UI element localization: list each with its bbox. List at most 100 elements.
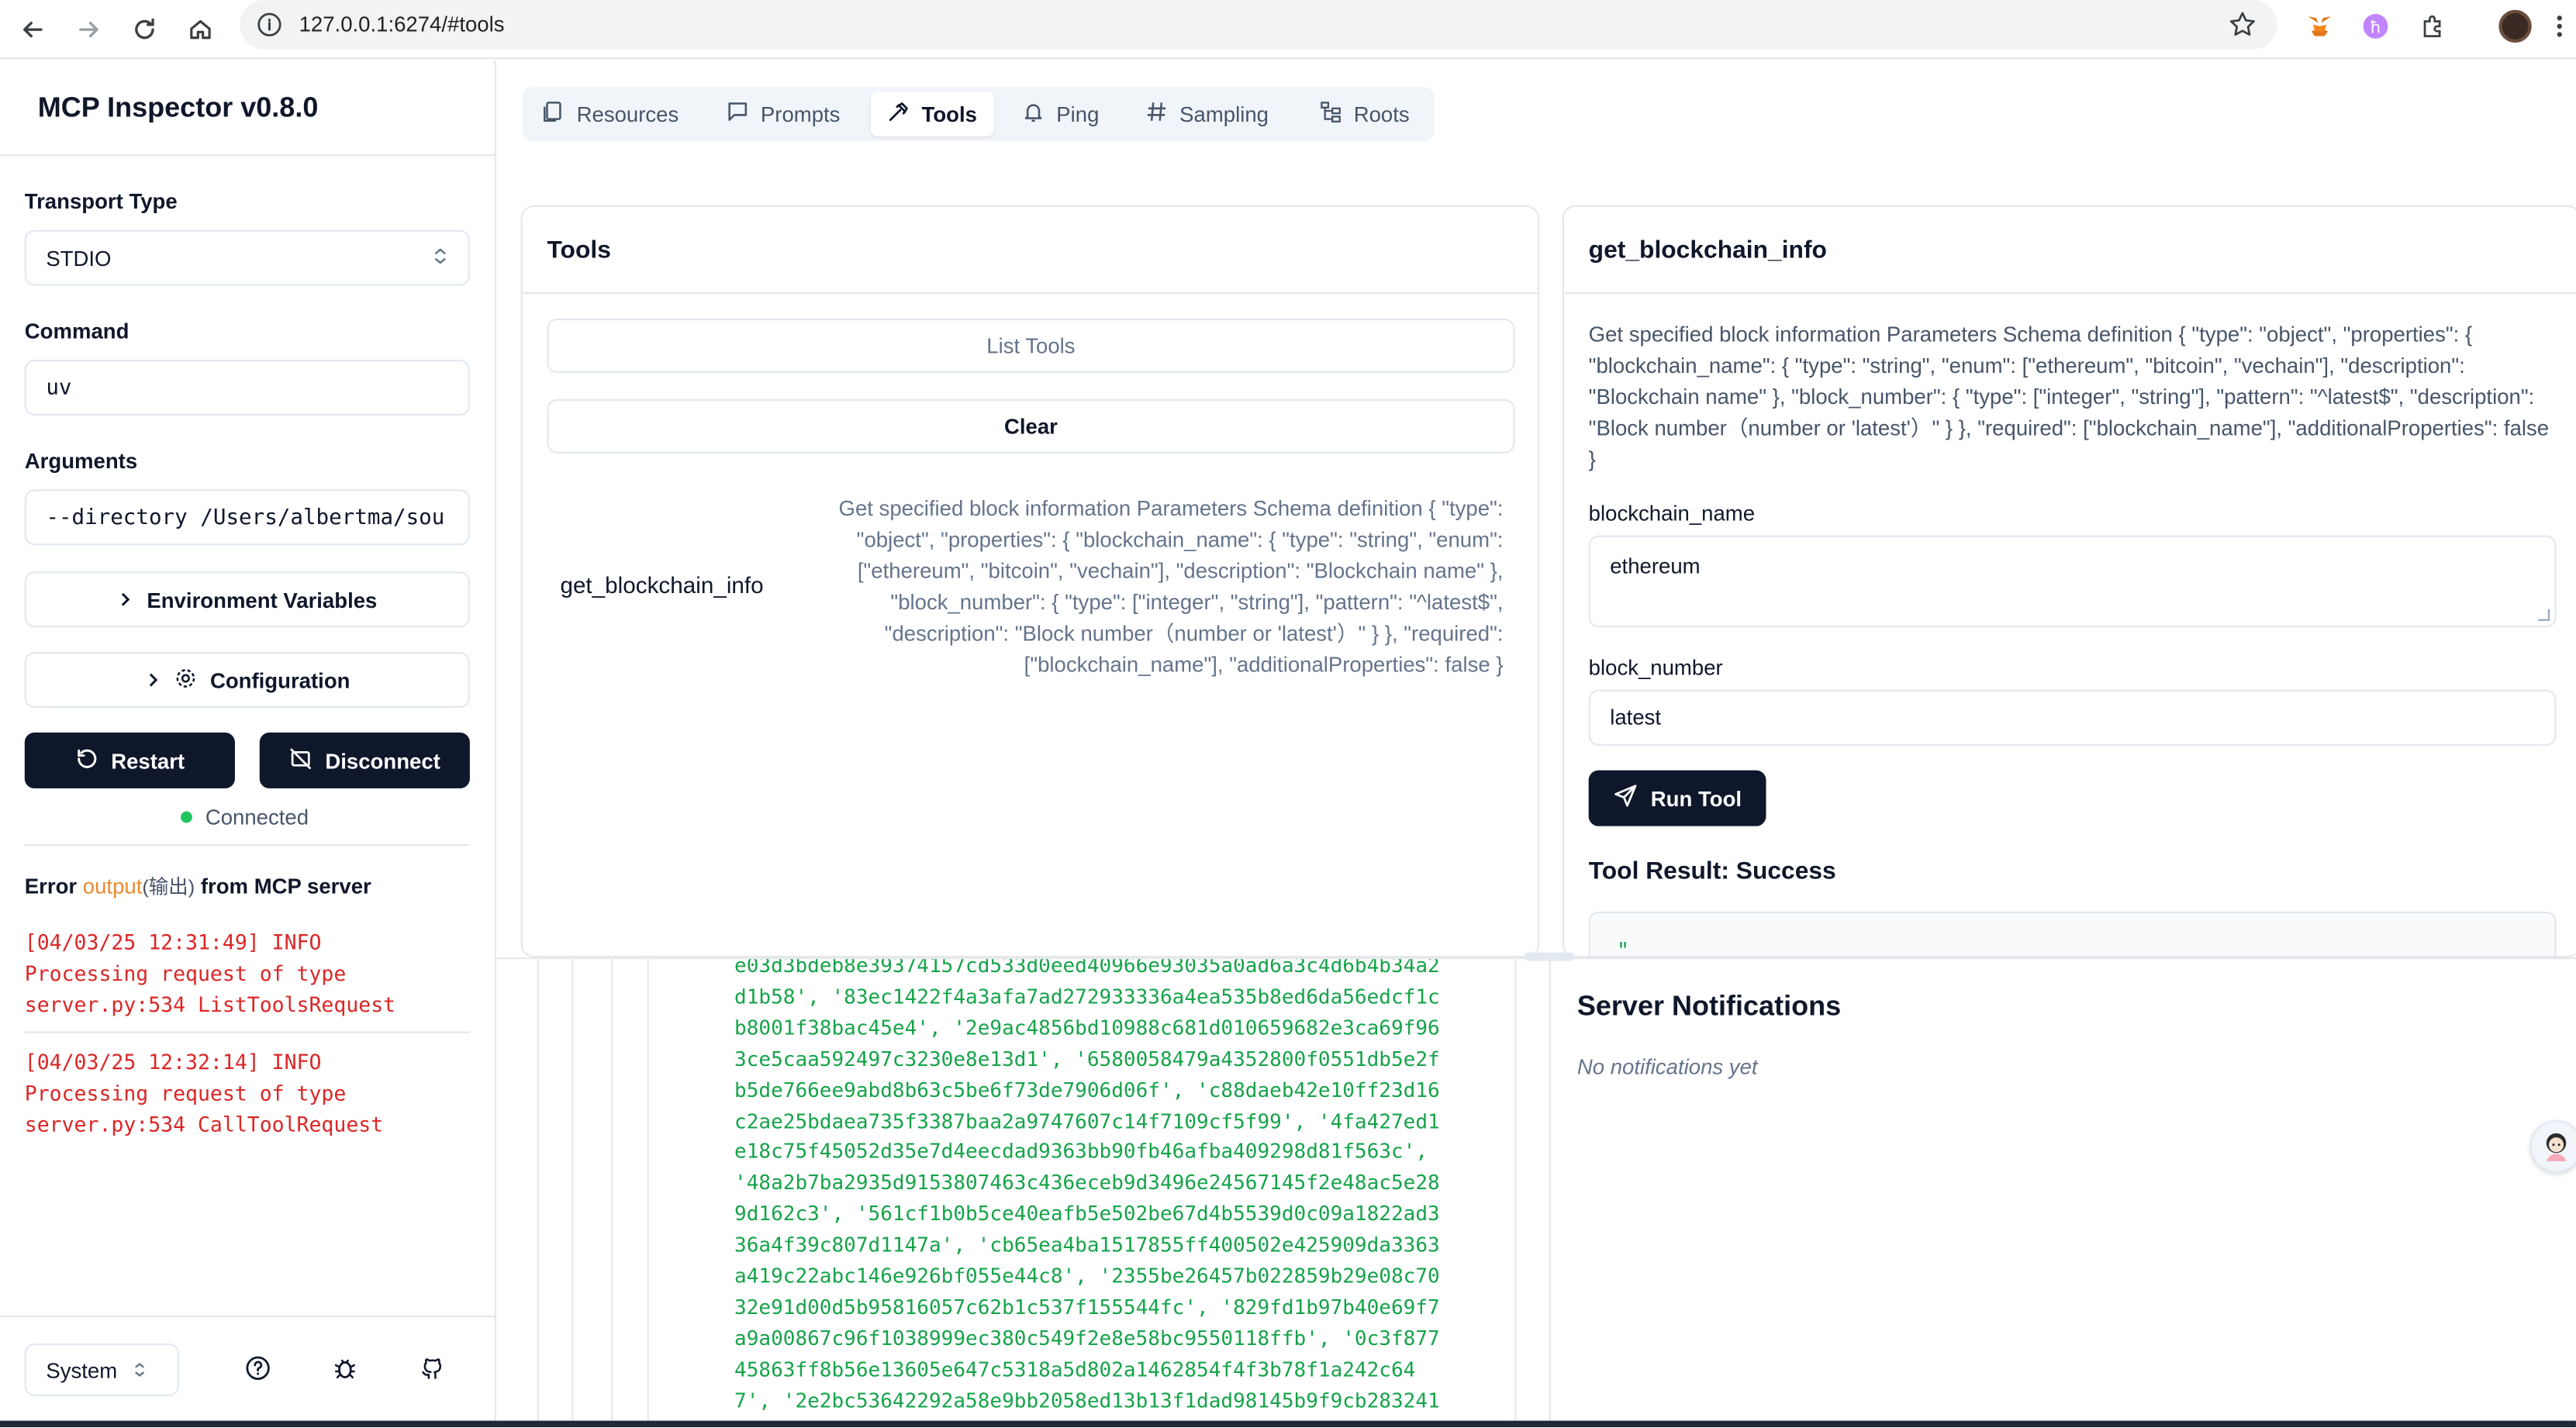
arguments-label: Arguments	[24, 448, 138, 474]
blockchain-name-value: ethereum	[1610, 553, 1701, 578]
metamask-extension-icon[interactable]	[2303, 10, 2336, 43]
error-output-heading: Error output(输出) from MCP server	[25, 872, 371, 900]
tab-sampling[interactable]: Sampling	[1128, 92, 1285, 136]
url-text: 127.0.0.1:6274/#tools	[299, 11, 505, 36]
extension-icon[interactable]: ħ	[2359, 10, 2391, 43]
theme-select[interactable]: System	[24, 1343, 179, 1396]
tab-label: Tools	[921, 102, 977, 127]
browser-toolbar: 127.0.0.1:6274/#tools ħ	[0, 0, 2576, 60]
reload-icon[interactable]	[125, 10, 164, 50]
bell-icon	[1022, 100, 1045, 128]
svg-text:ħ: ħ	[2370, 17, 2381, 36]
address-bar[interactable]: 127.0.0.1:6274/#tools	[240, 0, 2277, 50]
list-tools-button[interactable]: List Tools	[547, 319, 1515, 373]
transport-type-select[interactable]: STDIO	[24, 229, 470, 286]
tool-detail-title: get_blockchain_info	[1588, 236, 1827, 265]
arguments-input[interactable]: --directory /Users/albertma/sou	[24, 489, 470, 546]
theme-value: System	[46, 1357, 118, 1382]
home-icon[interactable]	[181, 10, 220, 50]
restart-button[interactable]: Restart	[24, 732, 235, 788]
site-info-icon[interactable]	[257, 12, 283, 38]
tab-list: Resources Prompts Tools Ping Sampling Ro…	[522, 87, 1435, 142]
resize-handle-icon[interactable]	[2538, 609, 2550, 621]
block-number-label: block_number	[1588, 655, 1723, 681]
tab-prompts[interactable]: Prompts	[710, 92, 856, 136]
bookmark-star-icon[interactable]	[2228, 10, 2257, 40]
tools-panel-header: Tools	[522, 207, 1538, 295]
guide-line	[537, 959, 539, 1428]
history-output-text: e03d3bdeb8e39374157cd533d0eed40966e93035…	[734, 959, 1440, 1412]
tab-label: Roots	[1353, 102, 1410, 127]
vertical-divider	[1549, 959, 1551, 1428]
error-output-cjk: (输出)	[142, 875, 195, 899]
divider	[24, 1031, 470, 1033]
run-tool-label: Run Tool	[1650, 785, 1742, 811]
unplug-icon	[289, 747, 313, 774]
more-menu-icon[interactable]	[2551, 10, 2567, 43]
server-notifications-title: Server Notifications	[1576, 990, 1842, 1022]
configuration-label: Configuration	[209, 667, 350, 692]
app-title: MCP Inspector v0.8.0	[37, 91, 319, 123]
assistant-avatar-icon[interactable]	[2529, 1119, 2576, 1173]
rotate-ccw-icon	[75, 747, 98, 774]
status-text: Connected	[205, 805, 309, 830]
block-number-value: latest	[1610, 704, 1662, 730]
chevron-updown-icon	[432, 246, 448, 271]
error-suffix: from MCP server	[195, 874, 371, 899]
github-icon[interactable]	[417, 1354, 447, 1383]
disconnect-button[interactable]: Disconnect	[259, 732, 470, 788]
configuration-button[interactable]: Configuration	[24, 652, 470, 709]
error-prefix: Error	[24, 874, 83, 899]
tool-result-title: Tool Result: Success	[1588, 857, 1836, 885]
bug-icon[interactable]	[330, 1354, 360, 1383]
tab-ping[interactable]: Ping	[1006, 92, 1116, 136]
disconnect-label: Disconnect	[325, 748, 440, 773]
tab-roots[interactable]: Roots	[1303, 92, 1426, 136]
hammer-icon	[887, 100, 910, 128]
tool-detail-panel: get_blockchain_info Get specified block …	[1562, 205, 2576, 958]
transport-type-label: Transport Type	[24, 188, 178, 214]
tool-list-item-description: Get specified block information Paramete…	[838, 495, 1504, 677]
help-circle-icon[interactable]	[243, 1354, 273, 1383]
chevron-right-icon	[144, 667, 161, 692]
chevron-right-icon	[117, 587, 133, 612]
forward-icon[interactable]	[69, 10, 109, 50]
tool-list-item-name[interactable]: get_blockchain_info	[560, 571, 763, 598]
block-number-input[interactable]: latest	[1588, 689, 2557, 746]
tab-tools[interactable]: Tools	[870, 91, 994, 136]
tool-detail-header: get_blockchain_info	[1563, 207, 2576, 295]
blockchain-name-label: blockchain_name	[1588, 501, 1756, 526]
extensions-puzzle-icon[interactable]	[2416, 10, 2449, 43]
sidebar-footer: System	[0, 1315, 495, 1427]
tab-label: Resources	[576, 102, 679, 127]
files-icon	[542, 100, 565, 128]
send-icon	[1613, 784, 1638, 813]
connection-status: Connected	[181, 805, 309, 830]
transport-type-value: STDIO	[46, 245, 112, 271]
guide-line	[647, 959, 649, 1428]
divider	[24, 843, 470, 847]
no-notifications-text: No notifications yet	[1576, 1054, 1758, 1079]
sidebar: MCP Inspector v0.8.0 Transport Type STDI…	[0, 60, 496, 1428]
message-icon	[726, 100, 749, 128]
app-root: 127.0.0.1:6274/#tools ħ MCP Inspector v0…	[0, 0, 2576, 1428]
environment-variables-button[interactable]: Environment Variables	[24, 571, 470, 628]
command-input[interactable]: uv	[24, 359, 470, 416]
environment-variables-label: Environment Variables	[147, 587, 378, 612]
command-label: Command	[24, 319, 129, 343]
back-icon[interactable]	[13, 10, 53, 50]
chevron-updown-icon	[133, 1357, 147, 1382]
tab-label: Sampling	[1179, 102, 1269, 127]
guide-line	[611, 959, 613, 1428]
hash-icon	[1145, 100, 1169, 128]
tab-label: Ping	[1056, 102, 1100, 127]
profile-avatar[interactable]	[2498, 9, 2532, 43]
clear-button[interactable]: Clear	[547, 398, 1515, 454]
history-output-area: e03d3bdeb8e39374157cd533d0eed40966e93035…	[525, 959, 1528, 1428]
tool-result-box: "	[1588, 911, 2557, 957]
log-entry: [04/03/25 12:31:49] INFO Processing requ…	[24, 930, 396, 1017]
run-tool-button[interactable]: Run Tool	[1588, 770, 1766, 826]
tab-resources[interactable]: Resources	[526, 92, 696, 136]
blockchain-name-textarea[interactable]: ethereum	[1588, 535, 2557, 628]
tools-panel: Tools List Tools Clear get_blockchain_in…	[520, 205, 1540, 958]
